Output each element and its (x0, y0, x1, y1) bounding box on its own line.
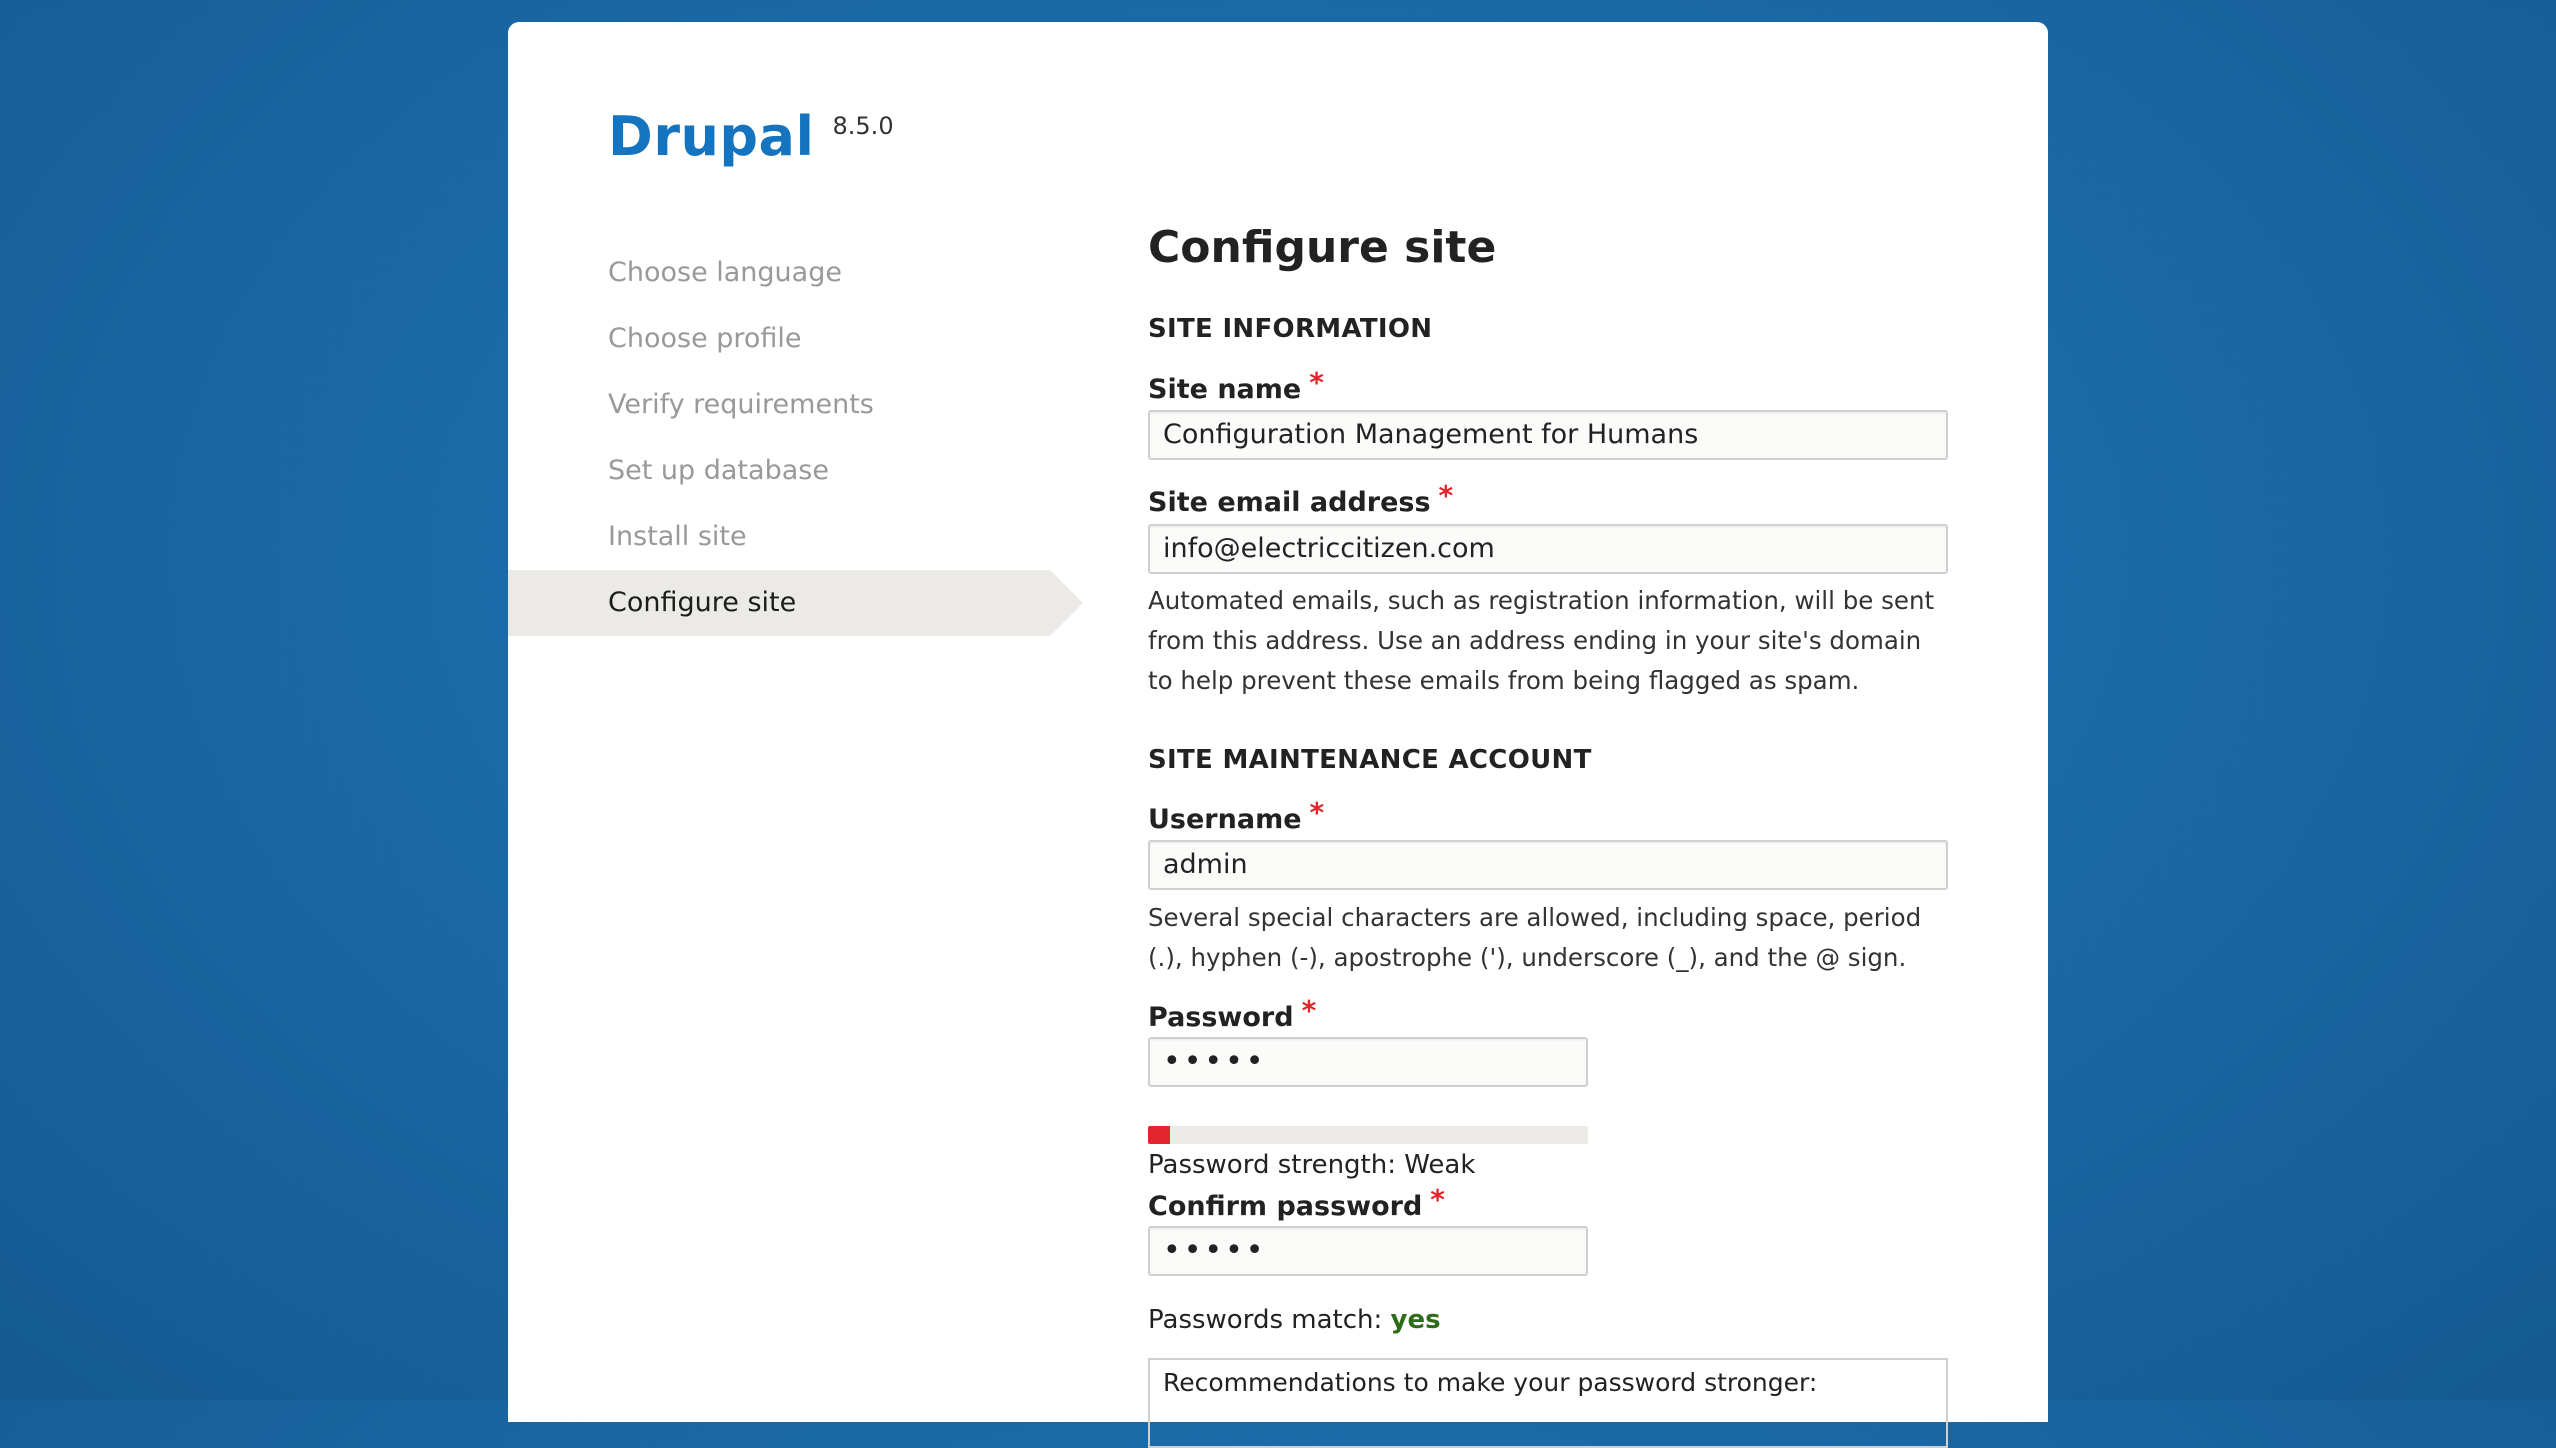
password-recommendations-box: Recommendations to make your password st… (1148, 1358, 1948, 1448)
passwords-match-label: Passwords match: (1148, 1305, 1383, 1335)
site-email-label: Site email address * (1148, 479, 1453, 518)
password-label-text: Password (1148, 1002, 1294, 1033)
section-site-information: SITE INFORMATION (1148, 314, 1433, 344)
site-email-label-text: Site email address (1148, 487, 1431, 518)
username-description: Several special characters are allowed, … (1148, 903, 1922, 972)
required-marker: * (1309, 366, 1324, 399)
password-strength-label: Password strength: (1148, 1150, 1396, 1180)
step-set-up-database: Set up database (608, 455, 829, 486)
install-steps-list: Choose language Choose profile Verify re… (508, 240, 1083, 636)
step-install-site: Install site (608, 521, 747, 552)
password-recommendations-title: Recommendations to make your password st… (1163, 1368, 1818, 1397)
username-label: Username * (1148, 796, 1324, 835)
passwords-match-text: Passwords match: yes (1148, 1305, 1441, 1335)
password-strength-text: Password strength: Weak (1148, 1150, 1475, 1180)
site-name-input[interactable]: Configuration Management for Humans (1148, 410, 1948, 460)
page-title: Configure site (1148, 222, 1497, 273)
step-verify-requirements: Verify requirements (608, 389, 874, 420)
site-email-description: Automated emails, such as registration i… (1148, 586, 1935, 695)
brand-name: Drupal (608, 105, 815, 168)
step-choose-language: Choose language (608, 257, 842, 288)
username-label-text: Username (1148, 804, 1302, 835)
step-configure-site-active: Configure site (508, 570, 1083, 636)
required-marker: * (1438, 479, 1454, 512)
step-choose-profile: Choose profile (608, 323, 802, 354)
brand-version: 8.5.0 (832, 112, 894, 140)
passwords-match-value: yes (1390, 1305, 1441, 1335)
installer-card: Drupal 8.5.0 Choose language Choose prof… (508, 22, 2048, 1448)
required-marker: * (1430, 1183, 1445, 1216)
brand-header: Drupal 8.5.0 (608, 110, 894, 164)
section-site-maintenance-account: SITE MAINTENANCE ACCOUNT (1148, 745, 1592, 775)
site-name-label-text: Site name (1148, 374, 1302, 405)
confirm-password-label-text: Confirm password (1148, 1191, 1423, 1222)
required-marker: * (1301, 994, 1317, 1027)
password-strength-meter (1148, 1126, 1588, 1144)
password-strength-value: Weak (1404, 1150, 1476, 1180)
password-label: Password * (1148, 994, 1316, 1033)
site-email-input[interactable]: info@electriccitizen.com (1148, 524, 1948, 574)
confirm-password-label: Confirm password * (1148, 1183, 1445, 1222)
username-input[interactable]: admin (1148, 840, 1948, 890)
password-input[interactable]: ••••• (1148, 1037, 1588, 1087)
required-marker: * (1309, 796, 1325, 829)
site-name-label: Site name * (1148, 366, 1324, 405)
confirm-password-input[interactable]: ••••• (1148, 1226, 1588, 1276)
password-strength-fill (1148, 1126, 1170, 1144)
